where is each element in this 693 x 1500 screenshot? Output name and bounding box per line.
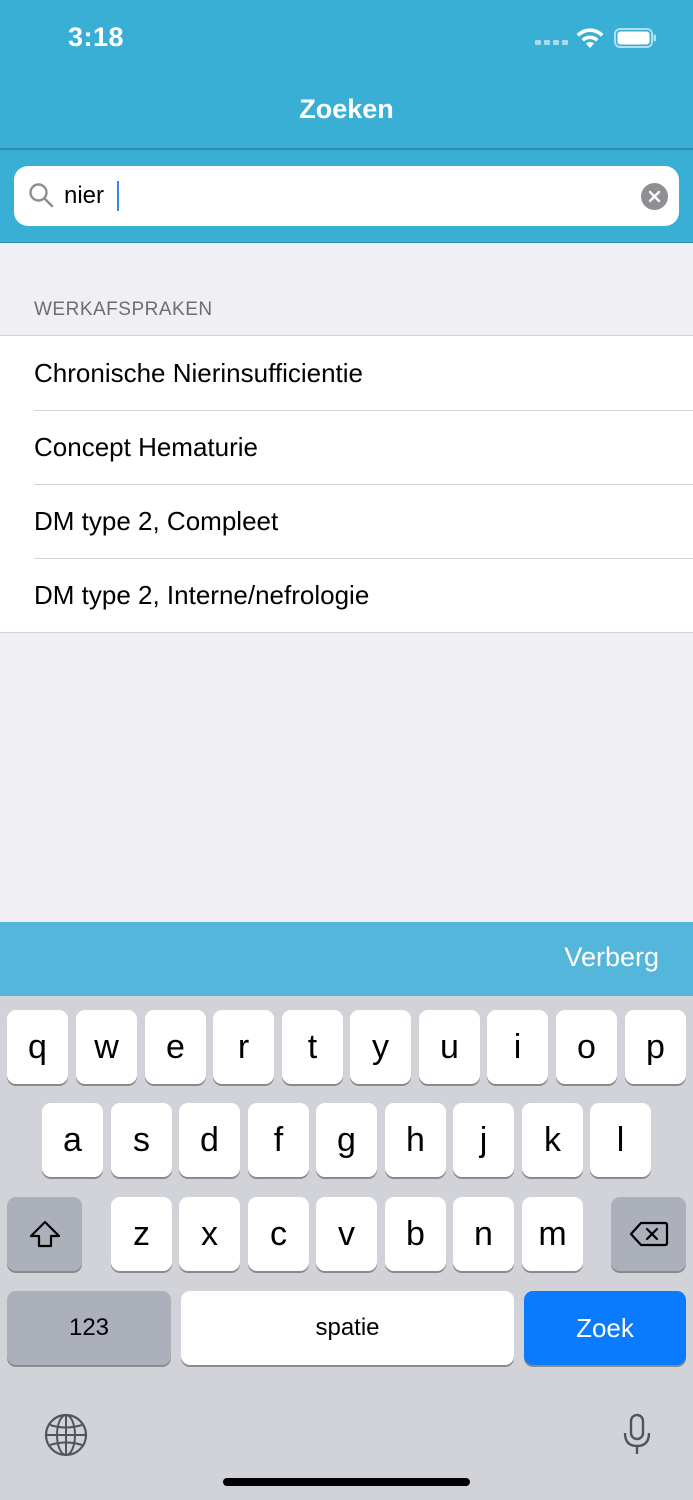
key-j[interactable]: j <box>453 1103 514 1177</box>
list-item[interactable]: DM type 2, Interne/nefrologie <box>0 558 693 632</box>
key-n[interactable]: n <box>453 1197 514 1271</box>
key-m[interactable]: m <box>522 1197 583 1271</box>
key-h[interactable]: h <box>385 1103 446 1177</box>
key-f[interactable]: f <box>248 1103 309 1177</box>
key-e[interactable]: e <box>145 1010 206 1084</box>
space-key[interactable]: spatie <box>181 1291 514 1365</box>
key-d[interactable]: d <box>179 1103 240 1177</box>
key-p[interactable]: p <box>625 1010 686 1084</box>
globe-icon[interactable] <box>43 1412 89 1458</box>
search-icon <box>29 183 54 208</box>
key-l[interactable]: l <box>590 1103 651 1177</box>
key-g[interactable]: g <box>316 1103 377 1177</box>
key-r[interactable]: r <box>213 1010 274 1084</box>
key-x[interactable]: x <box>179 1197 240 1271</box>
numbers-key[interactable]: 123 <box>7 1291 171 1365</box>
battery-icon <box>614 28 656 48</box>
key-o[interactable]: o <box>556 1010 617 1084</box>
key-k[interactable]: k <box>522 1103 583 1177</box>
shift-icon <box>29 1220 60 1248</box>
list-item[interactable]: Concept Hematurie <box>0 410 693 484</box>
text-cursor <box>117 181 119 211</box>
keyboard: q w e r t y u i o p a s d f g h j k l z … <box>0 996 693 1500</box>
key-v[interactable]: v <box>316 1197 377 1271</box>
key-s[interactable]: s <box>111 1103 172 1177</box>
nav-header: 3:18 Zoeken <box>0 0 693 150</box>
backspace-icon <box>629 1221 668 1247</box>
search-field[interactable] <box>14 166 679 226</box>
key-c[interactable]: c <box>248 1197 309 1271</box>
list-item[interactable]: DM type 2, Compleet <box>0 484 693 558</box>
key-a[interactable]: a <box>42 1103 103 1177</box>
list-item[interactable]: Chronische Nierinsufficientie <box>0 336 693 410</box>
key-q[interactable]: q <box>7 1010 68 1084</box>
search-input[interactable] <box>64 180 624 212</box>
backspace-key[interactable] <box>611 1197 686 1271</box>
results-list: Chronische Nierinsufficientie Concept He… <box>0 335 693 633</box>
keyboard-accessory-bar: Verberg <box>0 922 693 996</box>
key-z[interactable]: z <box>111 1197 172 1271</box>
status-time: 3:18 <box>68 22 125 52</box>
key-b[interactable]: b <box>385 1197 446 1271</box>
search-bar-container <box>0 150 693 243</box>
key-i[interactable]: i <box>487 1010 548 1084</box>
wifi-icon <box>576 28 604 48</box>
key-t[interactable]: t <box>282 1010 343 1084</box>
search-go-key[interactable]: Zoek <box>524 1291 686 1365</box>
microphone-icon[interactable] <box>621 1412 653 1458</box>
page-title: Zoeken <box>299 94 394 124</box>
key-w[interactable]: w <box>76 1010 137 1084</box>
shift-key[interactable] <box>7 1197 82 1271</box>
key-y[interactable]: y <box>350 1010 411 1084</box>
clear-search-button[interactable] <box>641 183 668 210</box>
close-icon <box>648 190 661 203</box>
cellular-signal-icon <box>535 40 568 45</box>
hide-keyboard-button[interactable]: Verberg <box>564 942 659 973</box>
home-indicator[interactable] <box>223 1478 470 1486</box>
key-u[interactable]: u <box>419 1010 480 1084</box>
section-header: WERKAFSPRAKEN <box>34 299 213 320</box>
